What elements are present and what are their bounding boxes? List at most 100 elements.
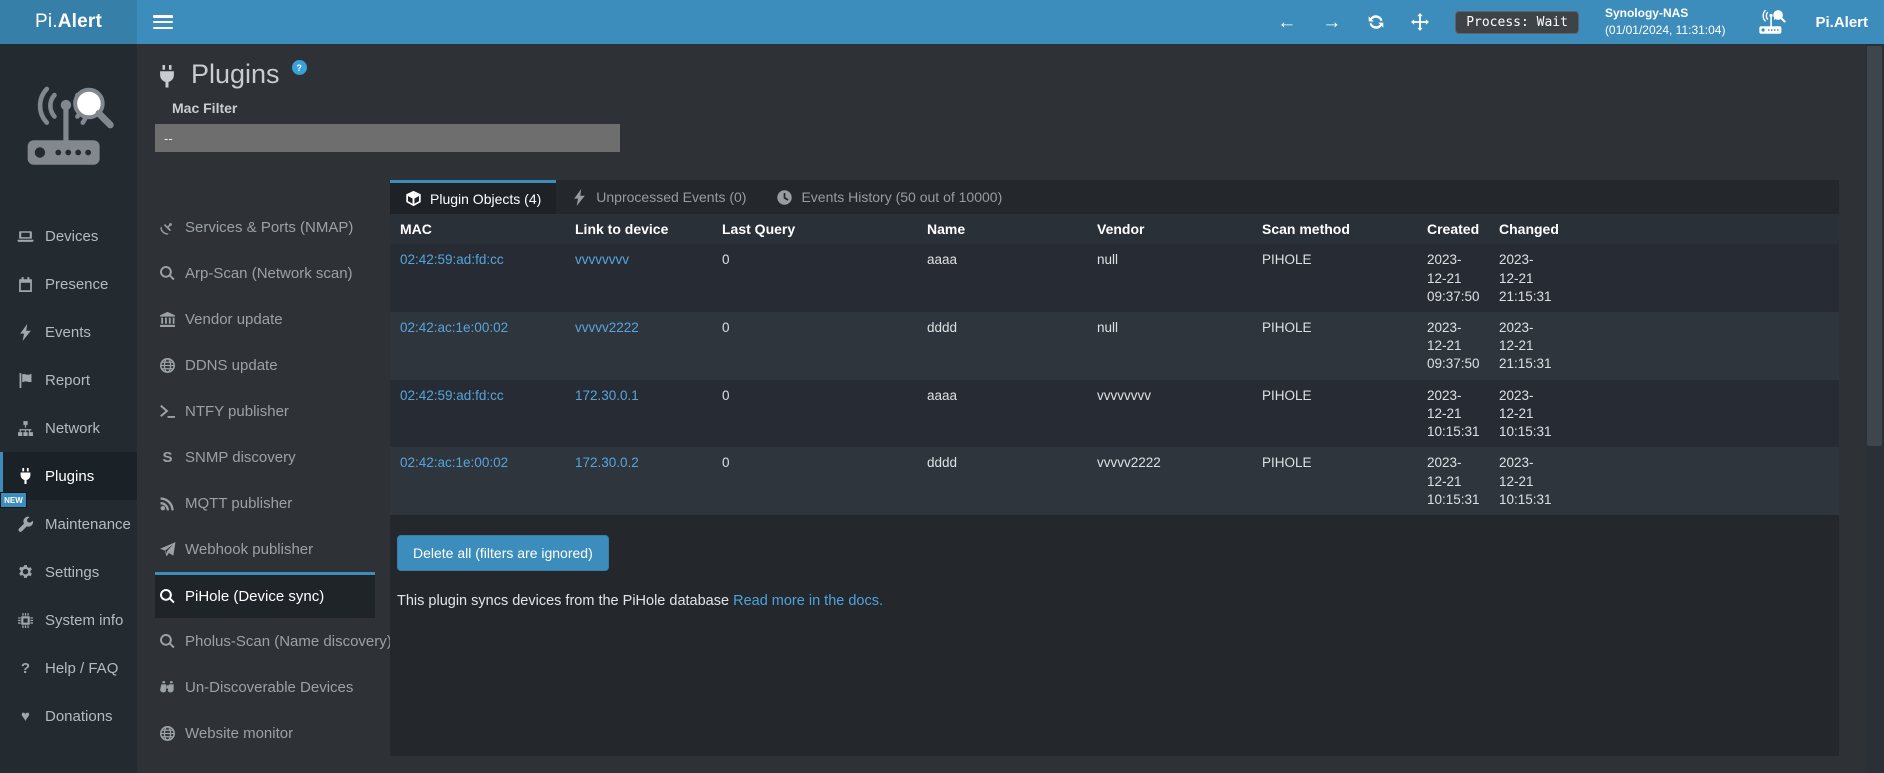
scrollbar-thumb[interactable] <box>1867 46 1882 446</box>
column-header-mac: MAC <box>390 214 565 244</box>
column-header-created: Created <box>1417 214 1489 244</box>
sidebar-item-label: Donations <box>45 708 113 725</box>
plugin-nav-item-arp-scan-network-scan[interactable]: Arp-Scan (Network scan) <box>155 250 375 296</box>
docs-link[interactable]: Read more in the docs. <box>733 593 883 609</box>
bolt-icon <box>17 324 34 341</box>
tab-label: Plugin Objects (4) <box>430 191 541 207</box>
page-title: Plugins <box>191 58 280 90</box>
sidebar-item-maintenance[interactable]: NEWMaintenance <box>0 500 137 548</box>
plugin-nav-label: Pholus-Scan (Name discovery) <box>185 633 392 650</box>
device-link[interactable]: vvvvv2222 <box>575 320 639 335</box>
mac-filter-input[interactable] <box>155 124 620 152</box>
sidebar-item-label: Report <box>45 372 90 389</box>
plugin-nav-item-website-monitor[interactable]: Website monitor <box>155 710 375 756</box>
search-icon <box>159 633 176 650</box>
move-maximize-icon[interactable] <box>1411 13 1429 31</box>
flag-icon <box>17 372 34 389</box>
cell-vendor: null <box>1087 244 1252 312</box>
plugin-nav-label: PiHole (Device sync) <box>185 588 324 605</box>
sidebar-item-devices[interactable]: Devices <box>0 212 137 260</box>
cell-created: 2023-12-2110:15:31 <box>1417 447 1489 515</box>
cell-created: 2023-12-2110:15:31 <box>1417 380 1489 448</box>
menu-toggle-icon[interactable] <box>153 15 173 29</box>
question-icon: ? <box>17 660 34 677</box>
forward-arrow-icon[interactable]: → <box>1322 13 1341 32</box>
tab-plugin-objects-4[interactable]: Plugin Objects (4) <box>390 180 556 214</box>
cell-link-to-device: 172.30.0.1 <box>565 380 712 448</box>
delete-all-button[interactable]: Delete all (filters are ignored) <box>397 535 609 571</box>
plugin-nav-item-snmp-discovery[interactable]: SSNMP discovery <box>155 434 375 480</box>
device-link[interactable]: 172.30.0.2 <box>575 455 639 470</box>
cell-scan-method: PIHOLE <box>1252 244 1417 312</box>
tab-unprocessed-events-0[interactable]: Unprocessed Events (0) <box>556 180 761 214</box>
back-arrow-icon[interactable]: ← <box>1277 13 1296 32</box>
plugin-nav-item-ntfy-publisher[interactable]: NTFY publisher <box>155 388 375 434</box>
column-header-scan-method: Scan method <box>1252 214 1417 244</box>
plugin-description-text: This plugin syncs devices from the PiHol… <box>397 593 729 609</box>
help-badge-icon[interactable]: ? <box>292 60 307 75</box>
mac-link[interactable]: 02:42:59:ad:fd:cc <box>400 252 504 267</box>
refresh-icon[interactable] <box>1367 13 1385 31</box>
cell-scan-method: PIHOLE <box>1252 447 1417 515</box>
cell-mac: 02:42:ac:1e:00:02 <box>390 312 565 380</box>
plugin-nav-item-webhook-publisher[interactable]: Webhook publisher <box>155 526 375 572</box>
plugin-nav-label: NTFY publisher <box>185 403 289 420</box>
mac-link[interactable]: 02:42:ac:1e:00:02 <box>400 455 508 470</box>
cell-created: 2023-12-2109:37:50 <box>1417 244 1489 312</box>
plugin-nav-item-mqtt-publisher[interactable]: MQTT publisher <box>155 480 375 526</box>
cell-changed: 2023-12-2121:15:31 <box>1489 244 1563 312</box>
sidebar-item-label: Presence <box>45 276 108 293</box>
sidebar-item-network[interactable]: Network <box>0 404 137 452</box>
cell-vendor: vvvvv2222 <box>1087 447 1252 515</box>
app-brand[interactable]: Pi.Alert <box>0 0 137 44</box>
plugin-nav-item-ddns-update[interactable]: DDNS update <box>155 342 375 388</box>
sidebar-item-events[interactable]: Events <box>0 308 137 356</box>
device-link[interactable]: vvvvvvvv <box>575 252 629 267</box>
cell-filler <box>1563 244 1839 312</box>
plugin-nav-item-pholus-scan-name-discovery[interactable]: Pholus-Scan (Name discovery) <box>155 618 375 664</box>
plug-icon <box>17 468 34 485</box>
page-scrollbar[interactable] <box>1865 44 1884 773</box>
sidebar-item-label: Maintenance <box>45 516 131 533</box>
plugin-nav-item-services-ports-nmap[interactable]: Services & Ports (NMAP) <box>155 204 375 250</box>
sidebar-item-donations[interactable]: ♥Donations <box>0 692 137 740</box>
router-logo-icon <box>1757 9 1787 36</box>
sidebar-item-settings[interactable]: Settings <box>0 548 137 596</box>
plugin-nav-item-vendor-update[interactable]: Vendor update <box>155 296 375 342</box>
cube-icon <box>405 190 422 207</box>
top-right-brand[interactable]: Pi.Alert <box>1815 14 1868 31</box>
cell-scan-method: PIHOLE <box>1252 312 1417 380</box>
cell-filler <box>1563 312 1839 380</box>
cell-filler <box>1563 380 1839 448</box>
gear-icon <box>17 564 34 581</box>
host-timestamp: (01/01/2024, 11:31:04) <box>1605 22 1726 39</box>
sidebar-item-system-info[interactable]: System info <box>0 596 137 644</box>
sidebar-item-help-faq[interactable]: ? Help / FAQ <box>0 644 137 692</box>
tab-events-history-50-out-of-10000[interactable]: Events History (50 out of 10000) <box>761 180 1017 214</box>
sidebar-item-report[interactable]: Report <box>0 356 137 404</box>
table-row: 02:42:ac:1e:00:02172.30.0.20ddddvvvvv222… <box>390 447 1839 515</box>
plugin-nav-item-un-discoverable-devices[interactable]: Un-Discoverable Devices <box>155 664 375 710</box>
sidebar-item-label: Plugins <box>45 468 94 485</box>
sidebar-item-label: Help / FAQ <box>45 660 118 677</box>
table-row: 02:42:ac:1e:00:02vvvvv22220ddddnullPIHOL… <box>390 312 1839 380</box>
search-icon <box>159 588 176 605</box>
cell-mac: 02:42:59:ad:fd:cc <box>390 244 565 312</box>
device-link[interactable]: 172.30.0.1 <box>575 388 639 403</box>
mac-link[interactable]: 02:42:59:ad:fd:cc <box>400 388 504 403</box>
cell-last-query: 0 <box>712 244 917 312</box>
host-info: Synology-NAS (01/01/2024, 11:31:04) <box>1605 5 1726 39</box>
cell-name: aaaa <box>917 380 1087 448</box>
plugin-nav-item-pihole-device-sync[interactable]: PiHole (Device sync) <box>155 572 375 618</box>
plugin-nav-label: SNMP discovery <box>185 449 296 466</box>
globe-icon <box>159 725 176 742</box>
plugin-nav-label: Webhook publisher <box>185 541 313 558</box>
tab-label: Events History (50 out of 10000) <box>801 189 1002 205</box>
sidebar-item-label: Events <box>45 324 91 341</box>
cell-mac: 02:42:59:ad:fd:cc <box>390 380 565 448</box>
plugin-panel: Plugin Objects (4) Unprocessed Events (0)… <box>390 180 1839 756</box>
main-content: Plugins ? Mac Filter Services & Ports (N… <box>137 44 1884 773</box>
sidebar-item-presence[interactable]: Presence <box>0 260 137 308</box>
cell-last-query: 0 <box>712 447 917 515</box>
mac-link[interactable]: 02:42:ac:1e:00:02 <box>400 320 508 335</box>
